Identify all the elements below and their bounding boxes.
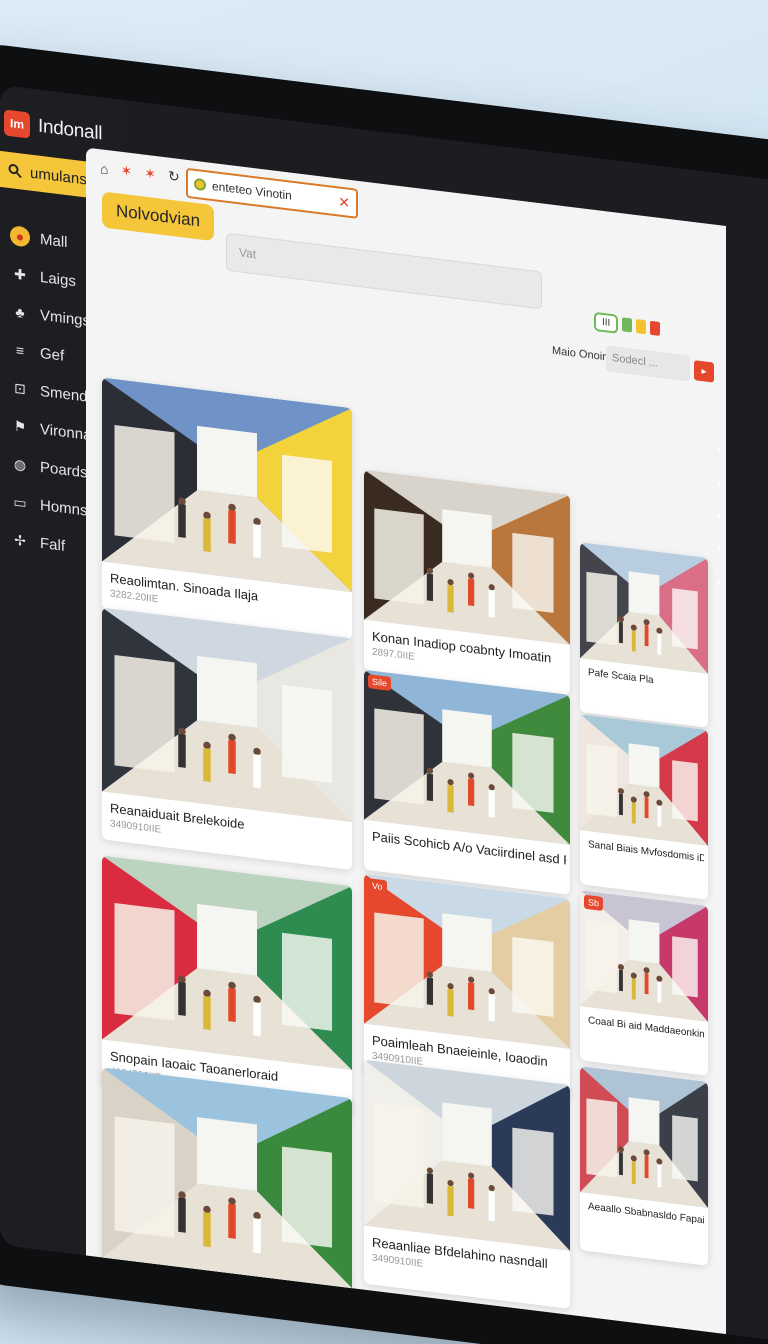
rail-icon[interactable]: ▪ [717, 511, 721, 522]
star-icon-2[interactable]: ✶ [144, 165, 156, 183]
mall-photo [102, 1067, 352, 1289]
mall-photo [580, 714, 708, 846]
mall-photo [580, 542, 708, 674]
tab-text: enteteo Vinotin [212, 178, 292, 203]
mall-photo [364, 669, 570, 845]
card-badge: Vo [368, 878, 387, 895]
mall-photo [364, 873, 570, 1049]
sidebar-item-label: Vmings [40, 306, 91, 330]
card-subtitle: 3490700IIE [110, 1284, 162, 1302]
mall-icon: ● [10, 225, 30, 248]
brand-name: Indonall [38, 115, 103, 145]
network-icon: ✢ [14, 531, 26, 549]
card-title: Pafe Scaia Pla [588, 667, 654, 687]
status-yellow-icon [636, 319, 647, 335]
stack-icon: ≡ [15, 341, 25, 359]
right-rail: ▪ ▪ ▪ ▪ ▪ [712, 444, 726, 806]
refresh-icon[interactable]: ↻ [168, 168, 180, 186]
mall-photo [364, 1059, 570, 1251]
tab-favicon [194, 177, 206, 192]
people-icon: ♣ [15, 303, 25, 321]
card-subtitle: 3490910IIE [372, 1252, 424, 1270]
home-icon[interactable]: ⌂ [100, 160, 108, 177]
search-input[interactable]: Vat [226, 232, 542, 310]
status-red-icon [650, 320, 661, 336]
sidebar-item-label: Poards [40, 458, 88, 482]
browser-toolbar: ⌂ ✶ ✶ ↻ [100, 159, 180, 186]
mall-card[interactable]: Sanal Biais Mvfosdomis iDpiasboddle [580, 714, 708, 900]
rail-icon[interactable]: ▪ [717, 577, 721, 588]
mall-card[interactable]: Reaolimtan. Sinoada Ilaja 3282.20IIE [102, 377, 352, 641]
sidebar-item-label: Laigs [40, 268, 76, 290]
mall-card[interactable]: Reaanliae Bfdelahino nasndall 3490910IIE [364, 1059, 570, 1309]
mall-photo [102, 377, 352, 593]
flag-icon: ⚑ [13, 417, 27, 435]
mall-card[interactable]: Sile Paiis Scohicb A/o Vaciirdinel asd Fo… [364, 669, 570, 895]
mall-photo [364, 469, 570, 645]
rail-icon[interactable]: ▪ [717, 478, 721, 489]
mall-card[interactable]: Pafe Scaia Pla [580, 542, 708, 728]
close-icon[interactable]: ✕ [338, 193, 350, 211]
content-panel: ⌂ ✶ ✶ ↻ enteteo Vinotin ✕ Nolvodvian Vat… [86, 147, 726, 1342]
card-badge: Sb [584, 894, 604, 911]
sidebar-item-label: Mall [40, 230, 68, 251]
mall-card[interactable]: Konan Inadiop coabnty Imoatin 2897.0IIE [364, 469, 570, 695]
mall-card[interactable]: Aeaallo Sbabnasldo Fapaifodol [580, 1066, 708, 1266]
mall-photo [580, 1066, 708, 1208]
brand[interactable]: Im Indonall [4, 109, 102, 147]
star-icon[interactable]: ✶ [120, 162, 132, 180]
mall-card[interactable]: Vogan Rnookl laKoilVao 3490700IIE [102, 1067, 352, 1335]
sidebar-item-label: Gef [40, 344, 65, 365]
status-bar: III [594, 310, 704, 346]
mall-photo [102, 607, 352, 823]
card-subtitle: 3490910IIE [110, 818, 162, 836]
status-green-icon [622, 317, 633, 333]
tablet-frame: Im Indonall umulansia ● Mall ✚ Laigs ♣ Vmings… [0, 40, 768, 1344]
search-icon [8, 164, 22, 179]
mall-card[interactable]: Reanaiduait Brelekoide 3490910IIE [102, 607, 352, 871]
sidebar-item-label: Falf [40, 534, 66, 555]
mall-card[interactable]: SbCoaal Bi aid Maddaeonkin Iaftelliaoly [580, 890, 708, 1076]
brand-logo: Im [4, 109, 30, 139]
status-pill[interactable]: III [594, 311, 619, 334]
map-icon: ✚ [14, 265, 26, 283]
sort-button[interactable]: ▸ [694, 360, 714, 383]
rail-icon[interactable]: ▪ [717, 544, 721, 555]
card-badge: Sile [368, 674, 392, 691]
globe-icon: ◍ [13, 455, 27, 473]
screen: Im Indonall umulansia ● Mall ✚ Laigs ♣ Vmings… [0, 84, 768, 1342]
card-subtitle: 3282.20IIE [110, 588, 159, 606]
mall-photo [102, 855, 352, 1071]
sort-select[interactable]: Sodecl ... [606, 345, 690, 382]
rail-icon[interactable]: ▪ [717, 445, 721, 456]
chart-icon: ⊡ [14, 379, 26, 397]
card-subtitle: 2897.0IIE [372, 646, 415, 663]
terminal-icon: ▭ [13, 493, 27, 511]
sort-label: Maio Onoin [552, 344, 609, 364]
